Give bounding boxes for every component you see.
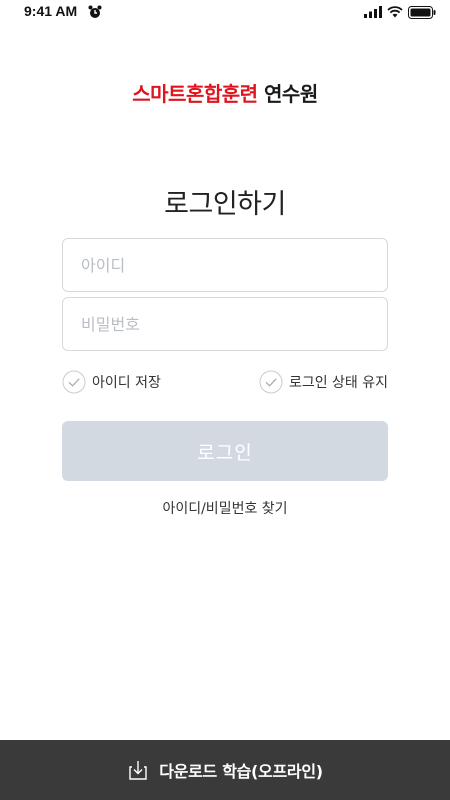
status-indicators <box>364 4 436 20</box>
password-field-container <box>62 297 388 351</box>
status-time: 9:41 AM <box>24 3 78 19</box>
alarm-icon <box>88 5 102 18</box>
find-id-password-link[interactable]: 아이디/비밀번호 찾기 <box>0 498 450 518</box>
check-circle-icon <box>259 370 283 394</box>
wifi-icon <box>387 6 403 18</box>
offline-download-button[interactable]: 다운로드 학습(오프라인) <box>0 740 450 800</box>
id-field-container <box>62 238 388 292</box>
brand-name-secondary: 연수원 <box>264 82 318 106</box>
login-button[interactable]: 로그인 <box>62 421 388 481</box>
brand-logo: 스마트혼합훈련 연수원 <box>0 78 450 107</box>
remember-id-label: 아이디 저장 <box>92 375 161 391</box>
download-icon <box>129 761 147 780</box>
keep-login-label: 로그인 상태 유지 <box>288 375 388 391</box>
page-title: 로그인하기 <box>164 189 286 220</box>
offline-download-label: 다운로드 학습(오프라인) <box>159 762 323 781</box>
id-input[interactable] <box>63 239 387 291</box>
check-circle-icon <box>62 370 86 394</box>
keep-login-checkbox[interactable]: 로그인 상태 유지 <box>259 369 388 395</box>
signal-icon <box>364 6 382 18</box>
brand-name-primary: 스마트혼합훈련 <box>132 82 258 106</box>
status-bar: 9:41 AM <box>0 0 450 24</box>
remember-id-checkbox[interactable]: 아이디 저장 <box>62 369 161 395</box>
password-input[interactable] <box>63 298 387 350</box>
battery-icon <box>408 5 436 19</box>
